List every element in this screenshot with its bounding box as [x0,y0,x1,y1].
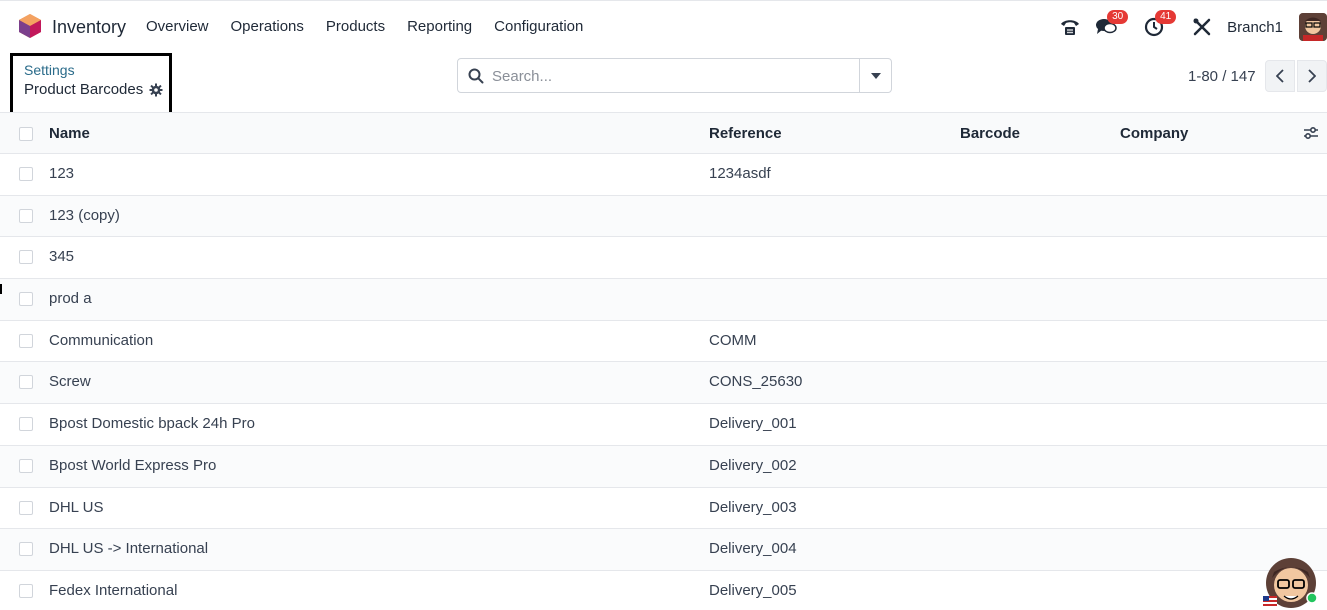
cell-name: Fedex International [49,581,178,599]
column-header-reference[interactable]: Reference [709,125,782,142]
table-row[interactable]: Bpost World Express Pro Delivery_002 [0,445,1327,488]
cell-name: Screw [49,373,91,391]
chevron-left-icon [1276,69,1284,83]
row-checkbox[interactable] [19,542,33,557]
row-checkbox[interactable] [19,208,33,223]
table-row[interactable]: prod a [0,279,1327,321]
cell-name: 123 (copy) [49,206,120,224]
cell-reference: Delivery_005 [709,581,797,599]
records-table: Name Reference Barcode Company 123 1234as… [0,112,1327,610]
activities-badge: 41 [1155,10,1177,24]
clock-icon[interactable]: 41 [1143,10,1177,38]
cell-name: DHL US -> International [49,540,209,558]
table-row[interactable]: DHL US -> International Delivery_004 [0,529,1327,571]
menu-overview[interactable]: Overview [146,18,209,35]
table-row[interactable]: Bpost Domestic bpack 24h Pro Delivery_001 [0,404,1327,446]
cell-name: prod a [49,290,92,308]
search-icon [468,68,484,84]
user-avatar[interactable] [1299,13,1327,41]
table-row[interactable]: Communication COMM [0,321,1327,363]
edge-marker [0,284,2,294]
cell-name: Bpost Domestic bpack 24h Pro [49,415,255,433]
cell-reference: Delivery_004 [709,540,797,558]
pager-next-button[interactable] [1297,60,1327,92]
chat-icon[interactable]: 30 [1095,10,1129,38]
cell-reference: Delivery_002 [709,456,797,474]
breadcrumb-current: Product Barcodes [24,81,163,98]
cell-reference: CONS_25630 [709,373,803,391]
pager-previous-button[interactable] [1265,60,1295,92]
app-logo-icon[interactable] [18,13,42,39]
systray: 30 41 Branch1 [1059,9,1327,45]
cell-name: Communication [49,331,154,349]
cell-reference: 1234asdf [709,165,771,182]
column-header-barcode[interactable]: Barcode [960,125,1020,142]
table-header: Name Reference Barcode Company [0,112,1327,154]
cell-name: 345 [49,248,75,266]
row-checkbox[interactable] [19,167,33,181]
search-options-toggle[interactable] [859,59,891,92]
caret-down-icon [870,72,881,79]
table-row[interactable]: Screw CONS_25630 [0,362,1327,405]
top-navbar: Inventory Overview Operations Products R… [0,0,1327,52]
table-body: 123 1234asdf 123 (copy) 345 prod a Communicat… [0,154,1327,610]
row-checkbox[interactable] [19,583,33,598]
select-all-checkbox[interactable] [19,127,33,141]
gear-icon[interactable] [149,83,163,97]
chevron-right-icon [1308,69,1316,83]
table-row[interactable]: 123 (copy) [0,195,1327,238]
pager-value[interactable]: 1-80 / 147 [1188,68,1256,85]
company-switcher[interactable]: Branch1 [1227,19,1283,36]
table-row[interactable]: 345 [0,237,1327,280]
cell-name: DHL US [49,498,104,516]
row-checkbox[interactable] [19,417,33,432]
cell-name: 123 [49,165,75,182]
table-row[interactable]: 123 1234asdf [0,154,1327,196]
main-menu: Overview Operations Products Reporting C… [146,18,605,35]
row-checkbox[interactable] [19,333,33,348]
menu-products[interactable]: Products [326,18,385,35]
cell-reference: Delivery_001 [709,415,797,433]
cell-name: Bpost World Express Pro [49,456,217,474]
phone-icon[interactable] [1059,16,1081,38]
table-row[interactable]: Fedex International Delivery_005 [0,571,1327,610]
menu-configuration[interactable]: Configuration [494,18,583,35]
breadcrumb-settings-link[interactable]: Settings [24,62,75,78]
tools-icon[interactable] [1191,16,1213,38]
page-title: Product Barcodes [24,81,144,98]
column-header-company[interactable]: Company [1120,125,1188,142]
table-row[interactable]: DHL US Delivery_003 [0,488,1327,530]
search-bar [457,58,892,93]
app-name[interactable]: Inventory [52,17,126,38]
messages-badge: 30 [1107,10,1129,24]
menu-operations[interactable]: Operations [231,18,304,35]
column-header-name[interactable]: Name [49,125,90,142]
row-checkbox[interactable] [19,458,33,473]
row-checkbox[interactable] [19,500,33,515]
cell-reference: Delivery_003 [709,498,797,516]
row-checkbox[interactable] [19,250,33,265]
search-input[interactable] [492,65,852,87]
cell-reference: COMM [709,331,757,349]
breadcrumb: Settings Product Barcodes [10,53,172,115]
row-checkbox[interactable] [19,375,33,390]
assistant-avatar-icon[interactable] [1262,556,1320,610]
sliders-icon[interactable] [1303,126,1319,140]
row-checkbox[interactable] [19,292,33,307]
menu-reporting[interactable]: Reporting [407,18,472,35]
